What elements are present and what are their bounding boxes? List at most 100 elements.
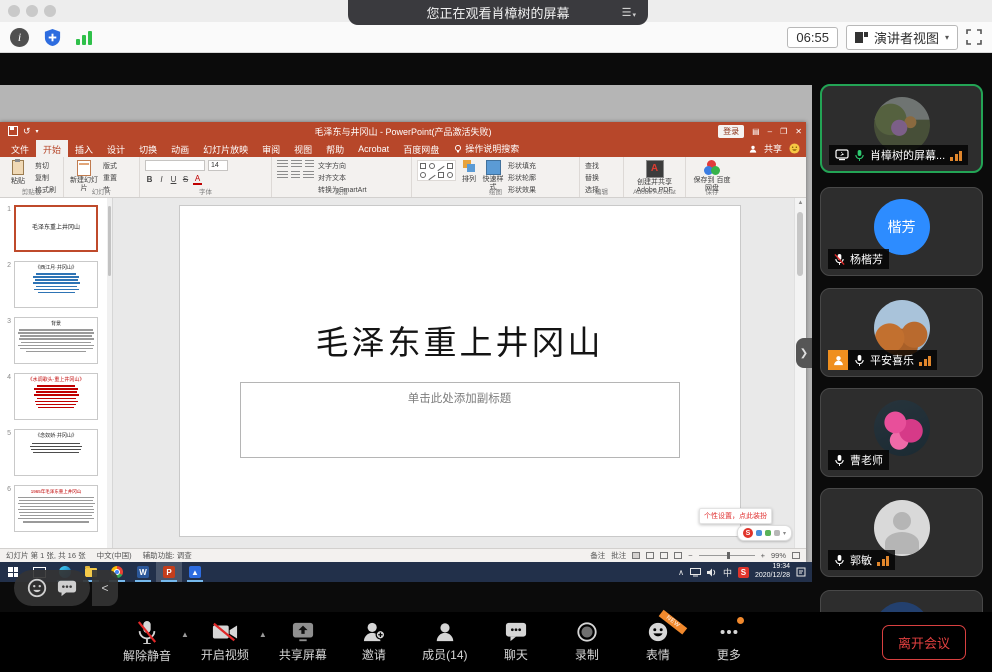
- paste-button[interactable]: 粘贴: [5, 160, 31, 186]
- ribbon-tab-slideshow[interactable]: 幻灯片放映: [196, 140, 255, 157]
- font-color-button[interactable]: A: [193, 174, 202, 185]
- participant-tile-pingan[interactable]: 平安喜乐: [820, 288, 983, 377]
- chat-button[interactable]: 聊天: [485, 621, 547, 663]
- monitor-tray-icon[interactable]: [690, 568, 701, 577]
- zoom-out-icon[interactable]: −: [688, 551, 692, 560]
- ime-caret-icon[interactable]: ▾: [783, 530, 786, 537]
- start-video-button[interactable]: 开启视频: [194, 621, 256, 663]
- invite-button[interactable]: 邀请: [343, 621, 405, 663]
- align-left-button[interactable]: [277, 171, 288, 179]
- unmute-button[interactable]: 解除静音: [116, 620, 178, 664]
- reading-view-button[interactable]: [660, 552, 668, 559]
- zoom-percentage[interactable]: 99%: [771, 551, 786, 560]
- feedback-smiley-icon[interactable]: [789, 143, 800, 154]
- shape-outline-button[interactable]: 形状轮廓: [508, 173, 536, 183]
- font-size-box[interactable]: 14: [208, 160, 228, 171]
- scroll-up-icon[interactable]: ▲: [795, 200, 806, 206]
- thumbnail-slide-1[interactable]: 1 毛泽东重上井冈山: [2, 205, 106, 252]
- fullscreen-button[interactable]: [966, 29, 982, 45]
- ime-tool-icon[interactable]: [756, 530, 762, 536]
- numbering-button[interactable]: [291, 160, 302, 168]
- taskbar-blue-app[interactable]: ▲: [182, 562, 208, 582]
- fit-slide-button[interactable]: [792, 552, 800, 559]
- collapse-pill-button[interactable]: <: [92, 570, 118, 606]
- subtitle-placeholder[interactable]: 单击此处添加副标题: [240, 382, 680, 458]
- arrange-button[interactable]: 排列: [460, 160, 478, 184]
- find-button[interactable]: 查找: [585, 161, 599, 171]
- slideshow-view-button[interactable]: [674, 552, 682, 559]
- ribbon-tab-file[interactable]: 文件: [4, 140, 36, 157]
- cut-button[interactable]: 剪切: [35, 161, 56, 171]
- thumbnail-scrollbar[interactable]: [107, 198, 112, 548]
- ime-toolbar[interactable]: S ▾: [737, 525, 792, 541]
- layout-button[interactable]: 版式: [103, 161, 117, 171]
- sogou-tray-icon[interactable]: S: [738, 567, 749, 578]
- text-direction-button[interactable]: 文字方向: [318, 161, 367, 171]
- participant-tile-yang[interactable]: 楷芳 杨楷芳: [820, 187, 983, 276]
- tray-expand-icon[interactable]: ∧: [678, 568, 684, 577]
- ime-tool-icon[interactable]: [765, 530, 771, 536]
- bullets-button[interactable]: [277, 160, 288, 168]
- ribbon-tab-home[interactable]: 开始: [36, 140, 68, 157]
- indent-button[interactable]: [305, 160, 314, 168]
- slide-title[interactable]: 毛泽东重上井冈山: [180, 316, 740, 364]
- bold-button[interactable]: B: [145, 175, 154, 184]
- smiley-icon[interactable]: [26, 577, 48, 599]
- taskbar-clock[interactable]: 19:34 2020/12/28: [755, 563, 790, 581]
- ribbon-tab-help[interactable]: 帮助: [319, 140, 351, 157]
- strikethrough-button[interactable]: S: [181, 175, 190, 184]
- more-button[interactable]: 更多: [698, 621, 760, 663]
- thumbnail-slide-5[interactable]: 5 《念奴娇·井冈山》: [2, 429, 106, 476]
- zoom-in-icon[interactable]: +: [761, 551, 765, 560]
- participant-tile-guo[interactable]: 郭敏: [820, 488, 983, 577]
- window-close-button[interactable]: ✕: [795, 127, 802, 136]
- ribbon-tab-view[interactable]: 视图: [287, 140, 319, 157]
- participant-tile-screen[interactable]: 肖樟树的屏幕...: [820, 84, 983, 173]
- sorter-view-button[interactable]: [646, 552, 654, 559]
- ribbon-tab-acrobat[interactable]: Acrobat: [351, 140, 396, 157]
- ribbon-tab-insert[interactable]: 插入: [68, 140, 100, 157]
- ime-tool-icon[interactable]: [774, 530, 780, 536]
- taskbar-powerpoint[interactable]: P: [156, 562, 182, 582]
- ribbon-tab-transitions[interactable]: 切换: [132, 140, 164, 157]
- leave-meeting-button[interactable]: 离开会议: [882, 625, 966, 660]
- normal-view-button[interactable]: [632, 552, 640, 559]
- ppt-share-button[interactable]: 共享: [764, 142, 782, 155]
- slide-scrollbar[interactable]: ▲: [794, 198, 806, 548]
- encryption-shield-icon[interactable]: [43, 28, 62, 47]
- underline-button[interactable]: U: [169, 175, 178, 184]
- meeting-info-button[interactable]: i: [10, 28, 29, 47]
- align-right-button[interactable]: [303, 171, 314, 179]
- qat-caret-icon[interactable]: ▾: [36, 128, 39, 135]
- view-mode-selector[interactable]: 演讲者视图 ▾: [846, 25, 958, 50]
- banner-menu-button[interactable]: ☰ ▾: [622, 6, 636, 19]
- mac-zoom-button[interactable]: [44, 5, 56, 17]
- replace-button[interactable]: 替换: [585, 173, 599, 183]
- align-text-button[interactable]: 对齐文本: [318, 173, 367, 183]
- italic-button[interactable]: I: [157, 175, 166, 184]
- align-center-button[interactable]: [291, 171, 300, 179]
- ime-indicator[interactable]: 中: [723, 566, 732, 579]
- language-indicator[interactable]: 中文(中国): [97, 550, 132, 561]
- shapes-gallery[interactable]: [417, 160, 456, 181]
- sign-in-button[interactable]: 登录: [718, 125, 744, 138]
- chat-bubble-icon[interactable]: [56, 578, 78, 598]
- ribbon-tab-baidu[interactable]: 百度网盘: [396, 140, 446, 157]
- speaker-tray-icon[interactable]: [707, 568, 717, 577]
- tell-me-search[interactable]: 操作说明搜索: [446, 140, 527, 157]
- mac-close-button[interactable]: [8, 5, 20, 17]
- ribbon-display-icon[interactable]: ▤: [752, 127, 760, 136]
- shape-fill-button[interactable]: 形状填充: [508, 161, 536, 171]
- zoom-slider[interactable]: [699, 555, 755, 556]
- notes-toggle[interactable]: 备注: [590, 550, 605, 561]
- ribbon-tab-design[interactable]: 设计: [100, 140, 132, 157]
- accessibility-status[interactable]: 辅助功能: 调查: [143, 550, 192, 561]
- notification-center-icon[interactable]: [796, 567, 806, 577]
- panel-chevron-button[interactable]: ❯: [796, 338, 812, 368]
- record-button[interactable]: 录制: [556, 621, 618, 663]
- share-screen-button[interactable]: 共享屏幕: [272, 621, 334, 663]
- undo-icon[interactable]: ↺: [23, 126, 31, 137]
- thumbnail-slide-4[interactable]: 4 《水调歌头·重上井冈山》: [2, 373, 106, 420]
- slide-canvas[interactable]: 毛泽东重上井冈山 单击此处添加副标题: [180, 206, 740, 536]
- mac-minimize-button[interactable]: [26, 5, 38, 17]
